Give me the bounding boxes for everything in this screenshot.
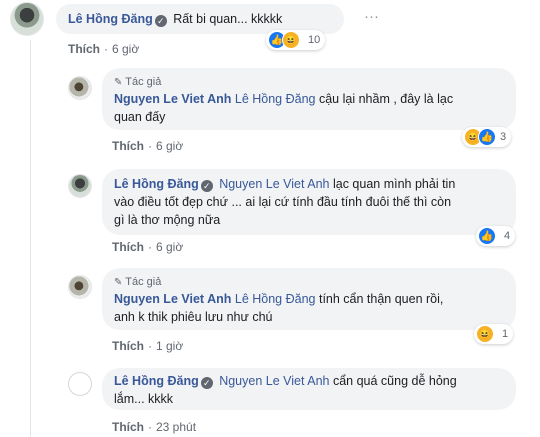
comment-text-line: vào điều tốt đẹp chứ ... ai lại cứ tính … — [114, 195, 452, 209]
author-tag: ✎ Tác giả — [114, 76, 162, 88]
timestamp[interactable]: 1 giờ — [156, 339, 183, 353]
avatar[interactable] — [68, 275, 92, 299]
thread-line — [30, 40, 31, 437]
commenter-name[interactable]: Nguyen Le Viet Anh — [114, 92, 231, 106]
reaction-summary[interactable]: 👍 4 — [476, 226, 516, 246]
like-button[interactable]: Thích — [112, 139, 144, 153]
like-icon: 👍 — [478, 128, 496, 146]
comment-text-line: cẩn quá cũng dễ hỏng — [332, 374, 457, 388]
comment-text-line: gì là thơ mộng nữa — [114, 213, 221, 227]
pen-icon: ✎ — [114, 77, 123, 88]
reaction-count: 10 — [308, 34, 321, 46]
timestamp[interactable]: 6 giờ — [156, 139, 183, 153]
comment-text-line: cậu lại nhầm , đây là lạc — [318, 92, 454, 106]
reaction-count: 3 — [500, 131, 507, 143]
like-button[interactable]: Thích — [112, 339, 144, 353]
comment-actions: Thích · 6 giờ — [68, 42, 140, 56]
more-options-icon[interactable]: ··· — [364, 8, 379, 25]
verified-icon: ✓ — [200, 180, 213, 192]
timestamp[interactable]: 23 phút — [156, 420, 196, 434]
comment-text: Rất bi quan... kkkkk — [173, 12, 283, 26]
pen-icon: ✎ — [114, 277, 123, 288]
avatar[interactable] — [68, 174, 92, 198]
mention-link[interactable]: Nguyen Le Viet Anh — [219, 374, 329, 388]
reaction-count: 1 — [502, 328, 509, 340]
commenter-name[interactable]: Lê Hồng Đăng — [114, 177, 199, 191]
avatar[interactable] — [68, 372, 92, 396]
comment-text-line: lạc quan mình phải tin — [332, 177, 456, 191]
commenter-name[interactable]: Lê Hồng Đăng — [114, 374, 199, 388]
comment-actions: Thích · 6 giờ — [112, 139, 184, 153]
comment-bubble: ✎ Tác giả Nguyen Le Viet Anh Lê Hồng Đăn… — [102, 68, 516, 130]
haha-icon: 😆 — [282, 31, 300, 49]
like-button[interactable]: Thích — [112, 240, 144, 254]
comment-text-line: lắm... kkkk — [114, 392, 174, 406]
comment-text-line: quan đấy — [114, 110, 166, 124]
comment-text-line: tính cẩn thận quen rồi, — [318, 292, 444, 306]
timestamp[interactable]: 6 giờ — [112, 42, 139, 56]
reaction-summary[interactable]: 👍 😆 10 — [266, 30, 326, 50]
avatar[interactable] — [68, 76, 92, 100]
comment-bubble: ✎ Tác giả Nguyen Le Viet Anh Lê Hồng Đăn… — [102, 268, 516, 330]
reaction-count: 4 — [504, 230, 511, 242]
reaction-summary[interactable]: 😆 👍 3 — [462, 127, 512, 147]
mention-link[interactable]: Lê Hồng Đăng — [235, 292, 316, 306]
like-button[interactable]: Thích — [112, 420, 144, 434]
commenter-name[interactable]: Nguyen Le Viet Anh — [114, 292, 231, 306]
avatar[interactable] — [10, 2, 44, 36]
comment-bubble: Lê Hồng Đăng ✓ Nguyen Le Viet Anh cẩn quá… — [102, 368, 516, 410]
author-tag: ✎ Tác giả — [114, 276, 162, 288]
like-button[interactable]: Thích — [68, 42, 100, 56]
verified-icon: ✓ — [200, 377, 213, 389]
comment-actions: Thích · 23 phút — [112, 420, 197, 434]
commenter-name[interactable]: Lê Hồng Đăng — [68, 12, 153, 26]
haha-icon: 😆 — [476, 325, 494, 343]
comment-actions: Thích · 6 giờ — [112, 240, 184, 254]
comment-actions: Thích · 1 giờ — [112, 339, 184, 353]
verified-icon: ✓ — [154, 15, 167, 27]
comment-text-line: anh k thik phiêu lưu như chú — [114, 310, 273, 324]
mention-link[interactable]: Nguyen Le Viet Anh — [219, 177, 329, 191]
comment-bubble: Lê Hồng Đăng ✓ Nguyen Le Viet Anh lạc qua… — [102, 169, 516, 235]
mention-link[interactable]: Lê Hồng Đăng — [235, 92, 316, 106]
reaction-summary[interactable]: 😆 1 — [474, 324, 514, 344]
timestamp[interactable]: 6 giờ — [156, 240, 183, 254]
like-icon: 👍 — [478, 227, 496, 245]
